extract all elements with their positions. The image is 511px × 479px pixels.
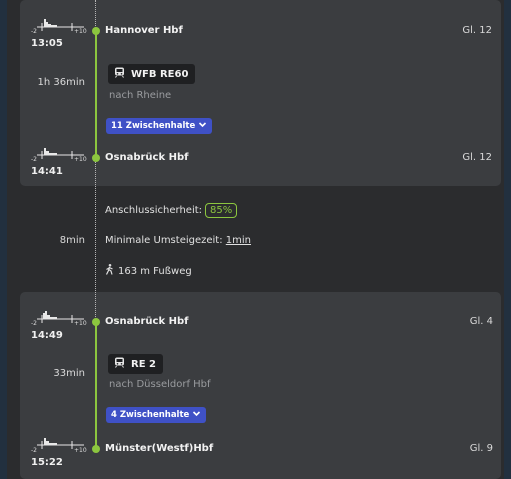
departure-platform: Gl. 12 [462, 25, 492, 36]
departure-time: 13:05 [31, 38, 63, 49]
histogram-max-label: +10 [74, 320, 87, 327]
chevron-down-icon [198, 120, 207, 132]
walk-info: 163 m Fußweg [105, 264, 192, 278]
min-transfer-label: Minimale Umsteigezeit: [105, 235, 223, 246]
walk-distance: 163 m Fußweg [118, 265, 192, 277]
train-icon [114, 67, 125, 81]
histogram-min-label: -2 [31, 156, 37, 163]
arrival-platform: Gl. 9 [469, 443, 493, 454]
stop-dot [92, 154, 100, 162]
train-name: RE 2 [131, 358, 156, 370]
arrival-station[interactable]: Osnabrück Hbf [105, 152, 188, 163]
transfer-duration: 8min [59, 235, 85, 246]
histogram-min-label: -2 [31, 320, 37, 327]
arrival-station[interactable]: Münster(Westf)Hbf [105, 443, 213, 454]
leg-duration: 1h 36min [37, 77, 85, 88]
histogram-max-label: +10 [74, 447, 87, 454]
train-direction: nach Düsseldorf Hbf [109, 379, 211, 390]
departure-time: 14:49 [31, 330, 63, 341]
reliability-badge: 85% [205, 203, 238, 218]
departure-platform: Gl. 4 [469, 316, 493, 327]
departure-station[interactable]: Osnabrück Hbf [105, 316, 188, 327]
histogram-max-label: +10 [74, 28, 87, 35]
departure-station[interactable]: Hannover Hbf [105, 25, 183, 36]
train-badge[interactable]: RE 2 [108, 354, 163, 374]
walking-icon [105, 264, 114, 278]
intermediate-stops-button[interactable]: 11 Zwischenhalte [106, 118, 213, 134]
stop-dot [92, 27, 100, 35]
transfer-reliability: Anschlussicherheit: 85% [105, 203, 238, 218]
arrival-time: 15:22 [31, 457, 63, 468]
histogram-max-label: +10 [74, 156, 87, 163]
stop-dot [92, 445, 100, 453]
timeline-walk-segment [95, 0, 96, 30]
leg-duration: 33min [53, 368, 85, 379]
train-badge[interactable]: WFB RE60 [108, 64, 196, 84]
histogram-min-label: -2 [31, 447, 37, 454]
intermediate-stops-button[interactable]: 4 Zwischenhalte [106, 407, 207, 423]
stop-dot [92, 318, 100, 326]
min-transfer-value[interactable]: 1min [226, 235, 251, 246]
arrival-platform: Gl. 12 [462, 152, 492, 163]
histogram-min-label: -2 [31, 28, 37, 35]
train-name: WFB RE60 [131, 68, 189, 80]
timeline-leg-1 [95, 30, 97, 158]
train-icon [114, 357, 125, 371]
min-transfer-time: Minimale Umsteigezeit: 1min [105, 235, 251, 246]
reliability-label: Anschlussicherheit: [105, 205, 203, 216]
timeline-transfer-segment [95, 158, 96, 321]
intermediate-stops-label: 4 Zwischenhalte [111, 410, 190, 420]
chevron-down-icon [192, 409, 201, 421]
arrival-time: 14:41 [31, 166, 63, 177]
train-direction: nach Rheine [109, 90, 172, 101]
timeline-leg-2 [95, 321, 97, 449]
intermediate-stops-label: 11 Zwischenhalte [111, 121, 196, 131]
